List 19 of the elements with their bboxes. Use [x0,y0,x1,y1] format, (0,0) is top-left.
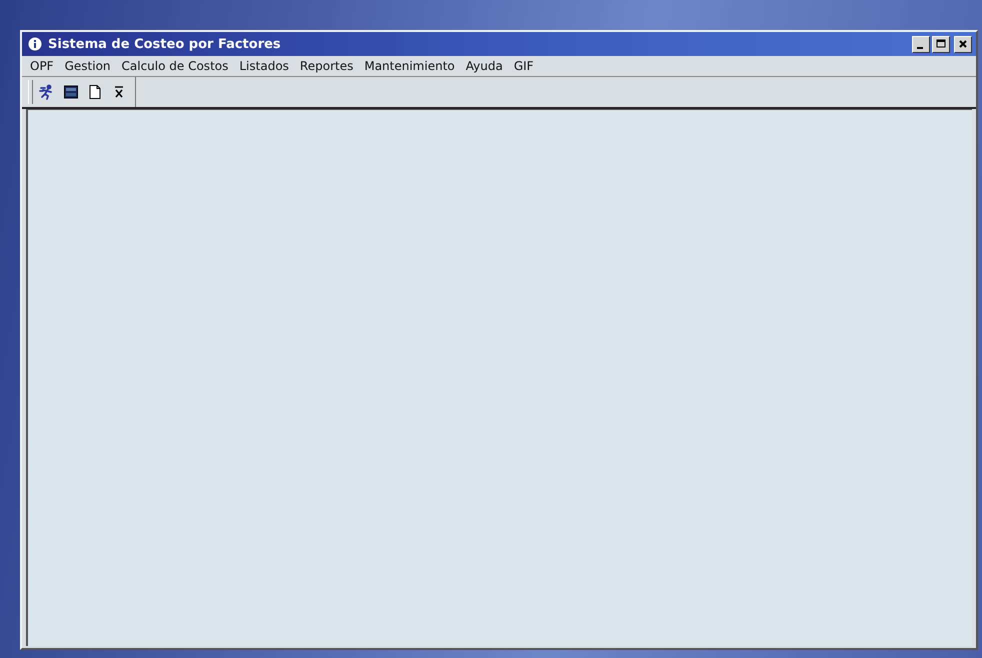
menu-item[interactable]: OPF [30,59,54,73]
document-icon[interactable] [87,84,103,100]
menu-item[interactable]: Calculo de Costos [122,59,228,73]
minimize-icon [916,46,922,48]
minimize-button[interactable] [912,36,930,52]
menu-item[interactable]: Mantenimiento [364,59,455,73]
maximize-button[interactable] [932,36,950,52]
window-icon[interactable] [63,84,79,100]
menu-item[interactable]: Gestion [64,59,111,73]
close-icon [958,39,968,49]
close-button[interactable] [954,36,972,52]
running-figure-icon[interactable] [39,84,55,100]
menu-item[interactable]: Ayuda [466,59,503,73]
menu-item[interactable]: Reportes [300,59,354,73]
window-title: Sistema de Costeo por Factores [48,36,282,52]
menu-item[interactable]: GIF [514,59,534,73]
menu-item[interactable]: Listados [239,59,289,73]
maximize-icon [936,39,946,49]
info-icon [28,37,42,51]
